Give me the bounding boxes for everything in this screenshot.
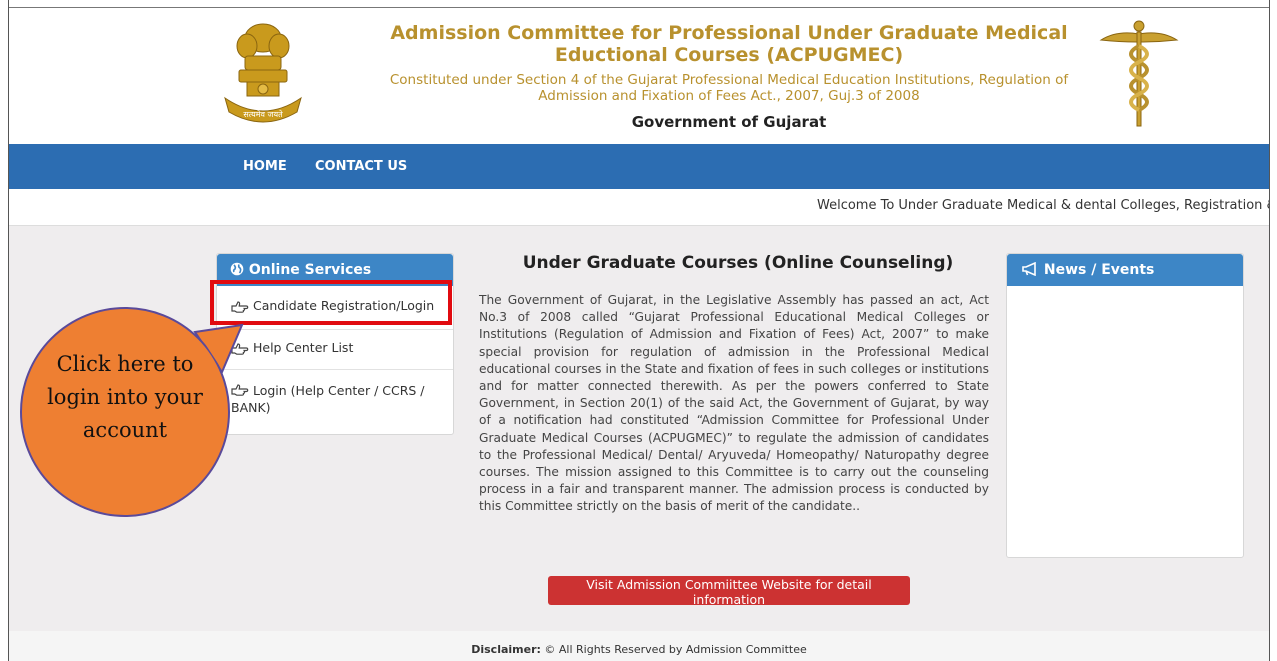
nav-home[interactable]: HOME <box>243 144 287 189</box>
pointing-hand-icon <box>231 384 249 396</box>
bullhorn-icon <box>1022 261 1036 277</box>
pointing-hand-icon <box>231 342 249 355</box>
login-help-center-link[interactable]: Login (Help Center / CCRS / BANK) <box>217 370 453 434</box>
caduceus-icon <box>1099 20 1179 127</box>
courses-title: Under Graduate Courses (Online Counselin… <box>522 253 954 273</box>
nav-contact-us[interactable]: CONTACT US <box>315 144 407 189</box>
disclaimer-copyright: © All Rights Reserved by Admission Commi… <box>540 643 807 656</box>
visit-website-button[interactable]: Visit Admission Commiittee Website for d… <box>548 576 910 607</box>
state-emblem-icon: सत्यमेव जयते <box>224 23 302 123</box>
disclaimer-label: Disclaimer: <box>471 643 541 656</box>
site-title: Admission Committee for Professional Und… <box>390 22 1068 66</box>
page-footer: Disclaimer: © All Rights Reserved by Adm… <box>9 631 1269 661</box>
globe-icon <box>230 262 244 276</box>
news-events-panel: News / Events <box>1006 253 1244 558</box>
news-events-title: News / Events <box>1043 262 1155 278</box>
callout-text: Click here to login into your account <box>47 352 203 442</box>
login-help-center-label: Login (Help Center / CCRS / BANK) <box>231 383 425 415</box>
site-subtitle: Constituted under Section 4 of the Gujar… <box>389 72 1069 104</box>
highlight-box <box>210 280 452 325</box>
online-services-title: Online Services <box>248 262 372 278</box>
help-center-list-link[interactable]: Help Center List <box>217 330 453 370</box>
marquee-text: Welcome To Under Graduate Medical & dent… <box>817 198 1269 213</box>
page-frame: सत्यमेव जयते Admission Committee for Pro… <box>8 0 1270 661</box>
government-label: Government of Gujarat <box>631 113 827 131</box>
disclaimer-text: Disclaimer: © All Rights Reserved by Adm… <box>9 643 1269 656</box>
svg-text:सत्यमेव जयते: सत्यमेव जयते <box>243 109 283 119</box>
welcome-marquee: Welcome To Under Graduate Medical & dent… <box>9 189 1269 226</box>
courses-description: The Government of Gujarat, in the Legisl… <box>479 293 989 514</box>
help-center-list-label: Help Center List <box>252 340 354 355</box>
main-navbar: HOME CONTACT US <box>9 144 1269 189</box>
site-header: सत्यमेव जयते Admission Committee for Pro… <box>9 8 1269 144</box>
news-events-header: News / Events <box>1007 254 1243 286</box>
